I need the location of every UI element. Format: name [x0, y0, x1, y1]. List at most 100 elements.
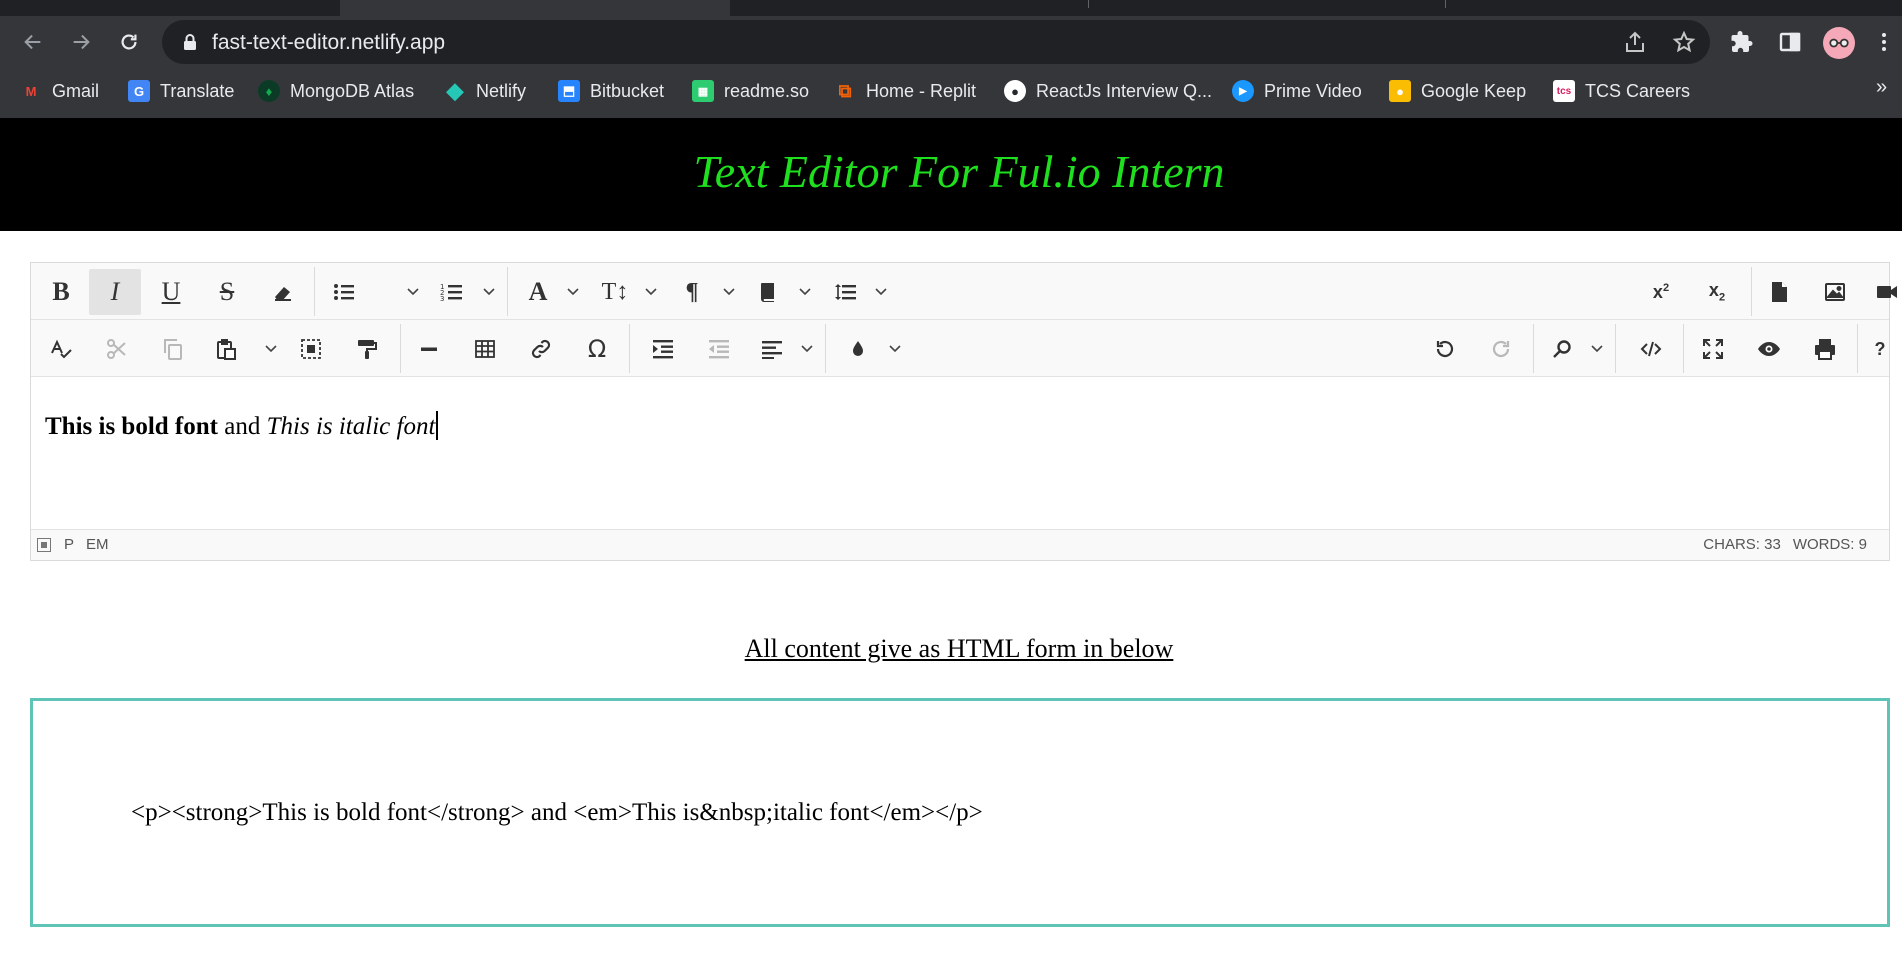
- bookmark-google-keep[interactable]: ● Google Keep: [1389, 78, 1526, 104]
- ink-drop-icon: [853, 341, 863, 356]
- align-button[interactable]: [749, 326, 795, 372]
- copy-icon: [164, 339, 182, 360]
- search-button[interactable]: [1539, 326, 1585, 372]
- image-button[interactable]: [1809, 269, 1861, 315]
- select-all-icon: [301, 339, 321, 359]
- path-item-p[interactable]: P: [64, 536, 74, 553]
- forward-button[interactable]: [65, 26, 97, 58]
- classes-button[interactable]: [745, 269, 791, 315]
- line-height-button[interactable]: [823, 269, 869, 315]
- editor-content[interactable]: This is bold font and This is italic fon…: [45, 411, 439, 441]
- tab-separator: [1088, 0, 1089, 8]
- font-color-button[interactable]: A: [515, 269, 561, 315]
- plain-text: and: [218, 413, 267, 440]
- horizontal-rule-button[interactable]: [403, 326, 455, 372]
- undo-button[interactable]: [1419, 326, 1471, 372]
- html-output-caption: All content give as HTML form in below: [0, 634, 1902, 664]
- link-icon: [531, 339, 551, 359]
- bookmark-readme[interactable]: ▦ readme.so: [692, 78, 809, 104]
- redo-button[interactable]: [1475, 326, 1527, 372]
- scissors-icon: [107, 339, 126, 359]
- source-code-button[interactable]: [1625, 326, 1677, 372]
- address-bar[interactable]: fast-text-editor.netlify.app: [162, 20, 1710, 64]
- font-size-label: T↕: [601, 278, 629, 305]
- eraser-icon: [275, 287, 291, 301]
- menu-icon[interactable]: [1870, 28, 1898, 56]
- fullscreen-button[interactable]: [1687, 326, 1739, 372]
- underline-button[interactable]: U: [145, 269, 197, 315]
- select-element-icon[interactable]: [37, 538, 51, 552]
- special-character-button[interactable]: Ω: [571, 326, 623, 372]
- back-button[interactable]: [17, 26, 49, 58]
- indent-button[interactable]: [637, 326, 689, 372]
- chevron-down-icon[interactable]: [565, 283, 581, 299]
- bookmark-translate[interactable]: G Translate: [128, 78, 234, 104]
- bookmark-replit[interactable]: ⧉ Home - Replit: [834, 78, 976, 104]
- eraser-button[interactable]: [257, 269, 309, 315]
- fullscreen-icon: [1703, 339, 1723, 359]
- toolbar-divider: [1683, 324, 1684, 373]
- side-panel-icon[interactable]: [1776, 28, 1804, 56]
- italic-button[interactable]: I: [89, 269, 141, 315]
- chevron-down-icon[interactable]: [643, 283, 659, 299]
- replit-icon: ⧉: [838, 80, 852, 101]
- chevron-down-icon[interactable]: [797, 283, 813, 299]
- select-all-button[interactable]: [285, 326, 337, 372]
- bold-button[interactable]: B: [35, 269, 87, 315]
- readme-icon: ▦: [692, 80, 714, 102]
- file-button[interactable]: [1753, 269, 1805, 315]
- path-item-em[interactable]: EM: [86, 536, 109, 553]
- outdent-button[interactable]: [693, 326, 745, 372]
- bookmark-label: Prime Video: [1264, 80, 1362, 101]
- chevron-down-icon[interactable]: [721, 283, 737, 299]
- chevron-down-icon[interactable]: [873, 283, 889, 299]
- bookmarks-overflow-button[interactable]: »: [1876, 76, 1887, 99]
- spellcheck-button[interactable]: [35, 326, 87, 372]
- chevron-down-icon[interactable]: [481, 283, 497, 299]
- url-text[interactable]: fast-text-editor.netlify.app: [212, 31, 445, 55]
- brush-button[interactable]: [835, 326, 881, 372]
- chevron-down-icon[interactable]: [405, 283, 421, 299]
- video-button[interactable]: [1865, 269, 1902, 315]
- chevron-down-icon[interactable]: [887, 340, 903, 356]
- active-tab[interactable]: [340, 0, 730, 16]
- lock-icon[interactable]: [182, 33, 198, 51]
- bookmark-mongodb[interactable]: ♦ MongoDB Atlas: [258, 78, 414, 104]
- bookmark-react-interview[interactable]: ● ReactJs Interview Q...: [1004, 78, 1212, 104]
- bookmark-label: TCS Careers: [1585, 80, 1691, 101]
- line-height-icon: [835, 284, 856, 300]
- table-icon: [475, 340, 495, 358]
- help-button[interactable]: ?: [1861, 326, 1899, 372]
- extensions-icon[interactable]: [1728, 28, 1756, 56]
- align-left-icon: [762, 341, 782, 359]
- print-button[interactable]: [1799, 326, 1851, 372]
- bookmark-prime-video[interactable]: ▶ Prime Video: [1232, 78, 1362, 104]
- bookmark-gmail[interactable]: M Gmail: [20, 78, 99, 104]
- chevron-down-icon[interactable]: [1589, 340, 1605, 356]
- bookmarks-bar: M Gmail G Translate ♦ MongoDB Atlas ◆ Netlif…: [0, 72, 1902, 110]
- unordered-list-button[interactable]: [321, 269, 367, 315]
- strikethrough-button[interactable]: S: [201, 269, 253, 315]
- paragraph-button[interactable]: ¶: [669, 269, 715, 315]
- chevron-down-icon[interactable]: [799, 340, 815, 356]
- paste-button[interactable]: [203, 326, 249, 372]
- font-size-button[interactable]: T↕: [592, 269, 638, 315]
- ordered-list-button[interactable]: 123: [429, 269, 475, 315]
- profile-avatar[interactable]: [1823, 27, 1855, 59]
- reload-button[interactable]: [113, 26, 145, 58]
- cut-button[interactable]: [91, 326, 143, 372]
- table-button[interactable]: [459, 326, 511, 372]
- spellcheck-icon: [51, 339, 72, 359]
- share-icon[interactable]: [1623, 30, 1647, 54]
- bookmark-netlify[interactable]: ◆ Netlify: [444, 78, 526, 104]
- copy-format-button[interactable]: [341, 326, 393, 372]
- chevron-down-icon[interactable]: [263, 340, 279, 356]
- star-icon[interactable]: [1672, 30, 1696, 54]
- subscript-button[interactable]: x2: [1691, 269, 1743, 315]
- preview-button[interactable]: [1743, 326, 1795, 372]
- bookmark-bitbucket[interactable]: ⬒ Bitbucket: [558, 78, 664, 104]
- superscript-button[interactable]: x2: [1635, 269, 1687, 315]
- bookmark-tcs-careers[interactable]: tcs TCS Careers: [1553, 78, 1690, 104]
- link-button[interactable]: [515, 326, 567, 372]
- copy-button[interactable]: [147, 326, 199, 372]
